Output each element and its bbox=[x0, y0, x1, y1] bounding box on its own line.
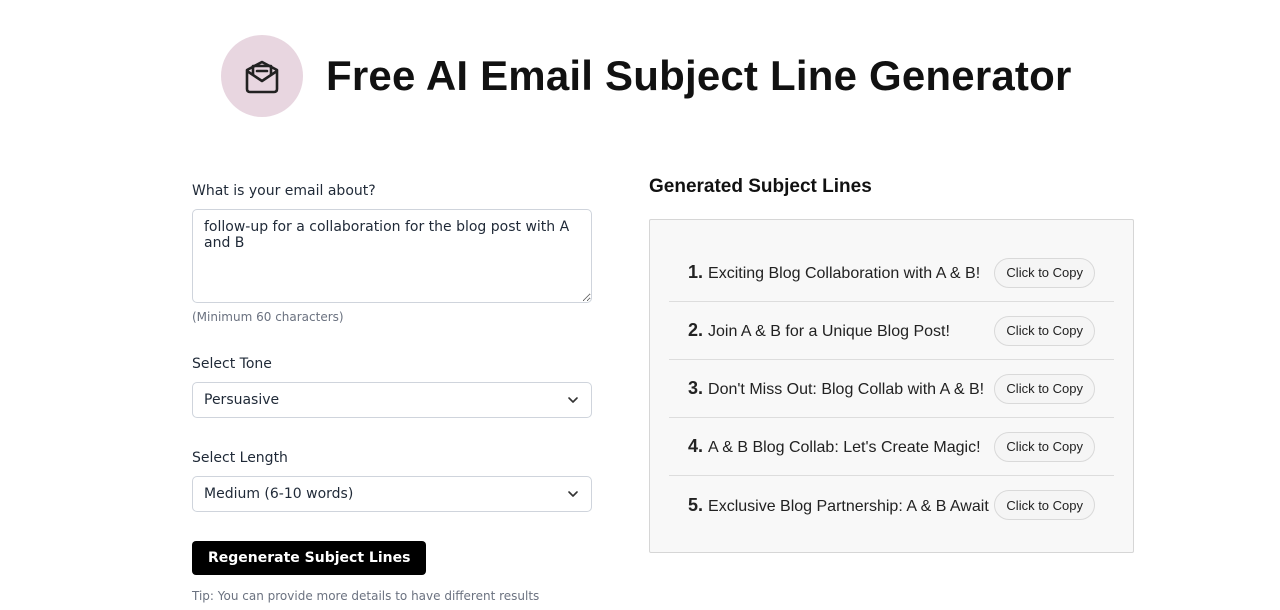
subject-line-text: A & B Blog Collab: Let's Create Magic! bbox=[708, 439, 981, 456]
results-panel: 1. Exciting Blog Collaboration with A & … bbox=[649, 219, 1134, 553]
subject-line-text-wrap: 4. A & B Blog Collab: Let's Create Magic… bbox=[669, 436, 981, 457]
chevron-down-icon bbox=[568, 491, 578, 497]
subject-line-number: 1. bbox=[688, 262, 704, 282]
tone-select[interactable]: Persuasive bbox=[192, 382, 592, 418]
subject-line-number: 4. bbox=[688, 436, 704, 456]
page-title: Free AI Email Subject Line Generator bbox=[326, 52, 1072, 99]
subject-line-text: Exciting Blog Collaboration with A & B! bbox=[708, 265, 981, 282]
subject-line-number: 5. bbox=[688, 494, 704, 515]
subject-line-item: 2. Join A & B for a Unique Blog Post! Cl… bbox=[669, 302, 1114, 360]
copy-button[interactable]: Click to Copy bbox=[994, 490, 1095, 520]
subject-line-item: 3. Don't Miss Out: Blog Collab with A & … bbox=[669, 360, 1114, 418]
results-title: Generated Subject Lines bbox=[649, 176, 872, 197]
subject-line-text: Don't Miss Out: Blog Collab with A & B! bbox=[708, 381, 985, 398]
subject-line-text-wrap: 3. Don't Miss Out: Blog Collab with A & … bbox=[669, 378, 984, 399]
subject-line-text: Exclusive Blog Partnership: A & B Await bbox=[708, 497, 989, 515]
subject-line-text-wrap: 2. Join A & B for a Unique Blog Post! bbox=[669, 320, 950, 341]
copy-button[interactable]: Click to Copy bbox=[994, 257, 1095, 288]
subject-line-item: 5. Exclusive Blog Partnership: A & B Awa… bbox=[669, 476, 1114, 534]
copy-button[interactable]: Click to Copy bbox=[994, 373, 1095, 404]
length-select[interactable]: Medium (6-10 words) bbox=[192, 476, 592, 512]
copy-button[interactable]: Click to Copy bbox=[994, 315, 1095, 346]
length-label: Select Length bbox=[192, 450, 288, 466]
subject-line-text-wrap: 1. Exciting Blog Collaboration with A & … bbox=[669, 262, 980, 283]
subject-line-item: 1. Exciting Blog Collaboration with A & … bbox=[669, 244, 1114, 302]
tip-text: Tip: You can provide more details to hav… bbox=[192, 589, 540, 603]
subject-line-number: 2. bbox=[688, 320, 704, 340]
tone-label: Select Tone bbox=[192, 356, 272, 372]
regenerate-button[interactable]: Regenerate Subject Lines bbox=[192, 541, 427, 575]
generator-form: What is your email about? follow-up for … bbox=[192, 183, 592, 603]
envelope-open-icon bbox=[245, 60, 279, 94]
subject-line-number: 3. bbox=[688, 378, 704, 398]
subject-line-text: Join A & B for a Unique Blog Post! bbox=[708, 323, 950, 340]
email-topic-label: What is your email about? bbox=[192, 183, 376, 199]
chevron-down-icon bbox=[568, 397, 578, 403]
tone-select-value: Persuasive bbox=[204, 392, 280, 408]
email-topic-hint: (Minimum 60 characters) bbox=[192, 310, 344, 324]
subject-line-text-wrap: 5. Exclusive Blog Partnership: A & B Awa… bbox=[669, 495, 989, 516]
page-header: Free AI Email Subject Line Generator bbox=[221, 35, 1072, 117]
length-select-value: Medium (6-10 words) bbox=[204, 486, 354, 502]
email-topic-input[interactable]: follow-up for a collaboration for the bl… bbox=[192, 209, 592, 303]
logo bbox=[221, 35, 303, 117]
subject-line-item: 4. A & B Blog Collab: Let's Create Magic… bbox=[669, 418, 1114, 476]
copy-button[interactable]: Click to Copy bbox=[994, 431, 1095, 462]
